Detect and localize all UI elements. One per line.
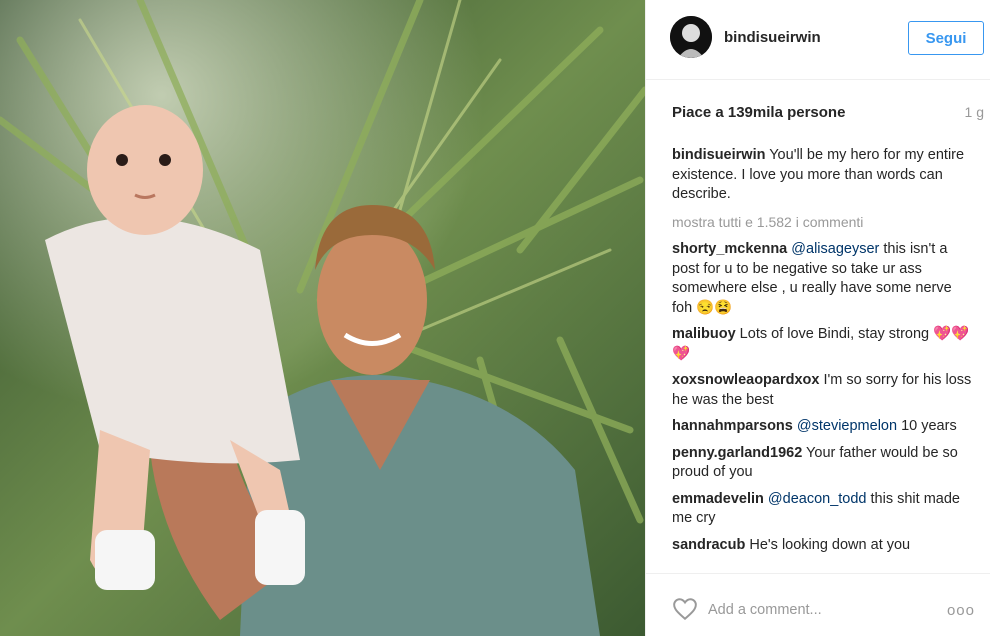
comment-text: He's looking down at you — [745, 536, 911, 553]
show-all-comments-link[interactable]: mostra tutti e 1.582 i commenti — [672, 213, 972, 233]
post-username[interactable]: bindisueirwin — [724, 29, 821, 46]
comment-item: xoxsnowleaopardxox I'm so sorry for his … — [672, 371, 972, 410]
comment-username[interactable]: penny.garland1962 — [672, 445, 802, 461]
comment-item: shorty_mckenna @alisageyser this isn't a… — [672, 240, 972, 318]
post-photo[interactable] — [0, 0, 645, 636]
comment-username[interactable]: sandracub — [672, 537, 745, 553]
comment-mention[interactable]: @alisageyser — [791, 241, 879, 257]
post-header: bindisueirwin Segui — [646, 0, 990, 80]
follow-button[interactable]: Segui — [908, 21, 984, 55]
comment-item: penny.garland1962 Your father would be s… — [672, 444, 972, 483]
comment-item: emmadevelin @deacon_todd this shit made … — [672, 490, 972, 529]
comment-bar: Add a comment... ooo — [646, 573, 990, 636]
comment-item: malibuoy Lots of love Bindi, stay strong… — [672, 325, 972, 364]
post-age[interactable]: 1 g — [965, 104, 984, 120]
comment-mention[interactable]: @deacon_todd — [768, 491, 867, 507]
instagram-post: bindisueirwin Segui Piace a 139mila pers… — [0, 0, 990, 636]
comment-mention[interactable]: @steviepmelon — [797, 418, 897, 434]
post-sidebar: bindisueirwin Segui Piace a 139mila pers… — [645, 0, 990, 636]
avatar[interactable] — [670, 16, 712, 58]
post-stats: Piace a 139mila persone 1 g — [672, 104, 984, 124]
comment-text: 10 years — [897, 418, 957, 434]
comment-item: sandracub He's looking down at you — [672, 536, 972, 556]
comment-username[interactable]: shorty_mckenna — [672, 241, 787, 257]
comment-item: hannahmparsons @steviepmelon 10 years — [672, 417, 972, 437]
avatar-image — [670, 16, 712, 58]
add-comment-input[interactable]: Add a comment... — [708, 602, 822, 618]
caption: bindisueirwin You'll be my hero for my e… — [672, 146, 972, 205]
heart-outline-icon[interactable] — [672, 597, 698, 621]
more-options-icon[interactable]: ooo — [947, 602, 975, 619]
comments-list[interactable]: bindisueirwin You'll be my hero for my e… — [672, 146, 972, 571]
like-count[interactable]: Piace a 139mila persone — [672, 104, 845, 121]
comment-username[interactable]: xoxsnowleaopardxox — [672, 372, 819, 388]
comment-username[interactable]: hannahmparsons — [672, 418, 793, 434]
comment-username[interactable]: malibuoy — [672, 326, 736, 342]
caption-username[interactable]: bindisueirwin — [672, 147, 765, 163]
photo-illustration — [0, 0, 645, 636]
comment-username[interactable]: emmadevelin — [672, 491, 764, 507]
